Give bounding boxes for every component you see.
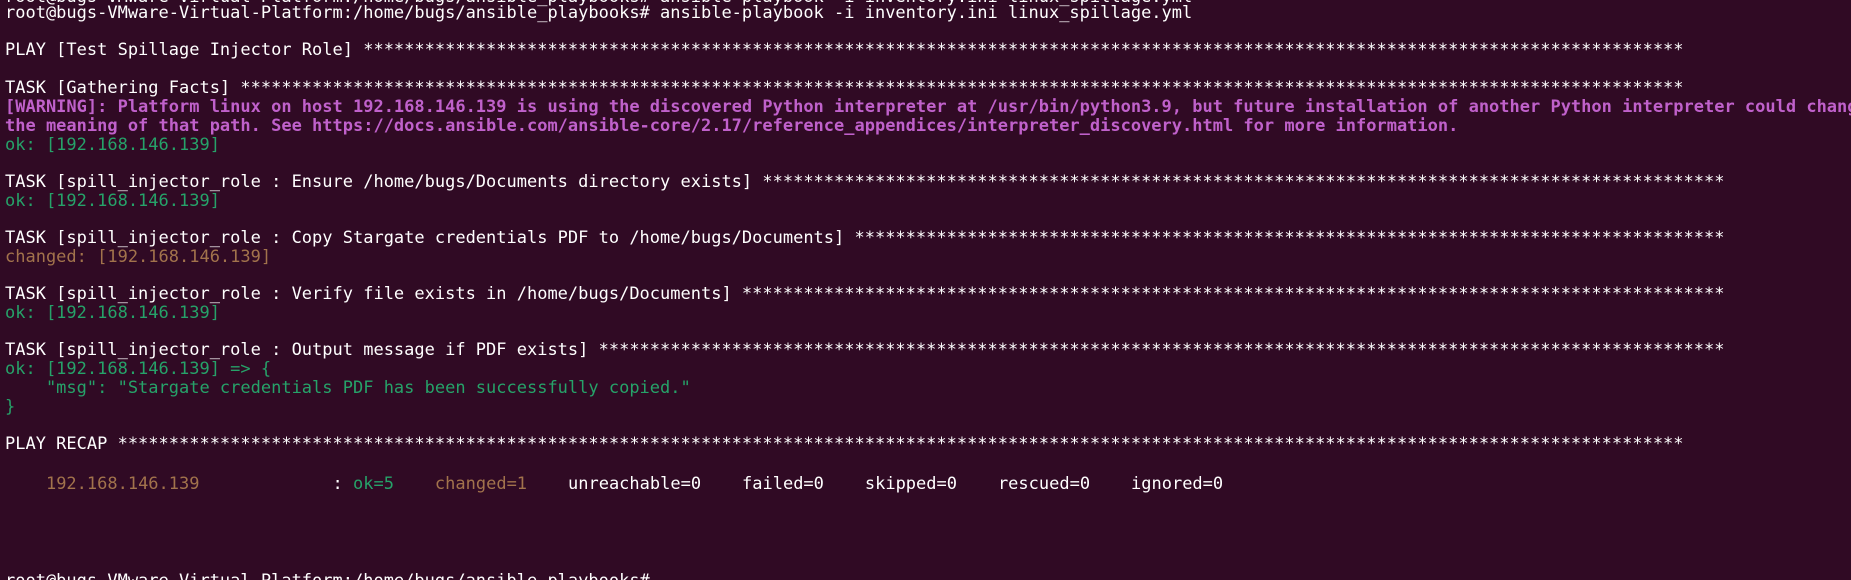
ok-ensure-directory: ok: [192.168.146.139] [5,191,220,211]
recap-separator: : [199,474,354,494]
recap-ignored: ignored=0 [1131,474,1224,494]
play-header: PLAY [Test Spillage Injector Role] *****… [5,40,1684,60]
recap-failed: failed=0 [742,474,824,494]
recap-rescued: rescued=0 [997,474,1091,494]
recap-unreachable: unreachable=0 [568,474,702,494]
command-line: root@bugs-VMware-Virtual-Platform:/home/… [5,3,1193,23]
changed-copy-pdf: changed: [192.168.146.139] [5,247,272,267]
ok-verify-file: ok: [192.168.146.139] [5,303,220,323]
msg-line: "msg": "Stargate credentials PDF has bee… [5,378,691,398]
msg-close-brace: } [5,397,16,417]
task-verify-file: TASK [spill_injector_role : Verify file … [5,284,1725,304]
recap-skipped: skipped=0 [864,474,957,494]
task-ensure-directory: TASK [spill_injector_role : Ensure /home… [5,172,1725,192]
terminal-window[interactable]: root@bugs-VMware-Virtual-Platform:/home/… [0,0,1851,580]
recap-host: 192.168.146.139 [45,474,200,494]
warning-line-2: the meaning of that path. See https://do… [5,116,1459,136]
play-recap-row: 192.168.146.139 : ok=5 changed=1 unreach… [5,451,1223,494]
ok-gathering-facts: ok: [192.168.146.139] [5,135,220,155]
recap-changed: changed=1 [434,474,528,494]
recap-ok: ok=5 [353,474,394,494]
clipped-next-prompt: root@bugs-VMware-Virtual-Platform:/home/… [5,570,660,580]
